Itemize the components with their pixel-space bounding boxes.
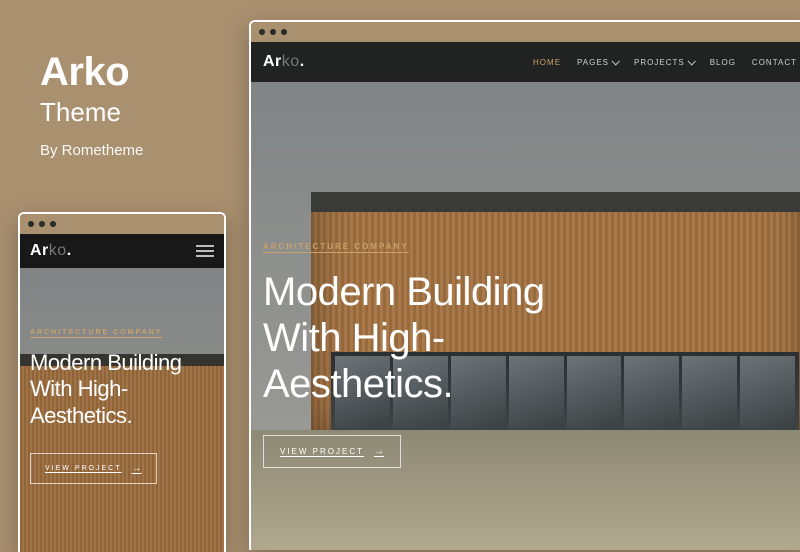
hero-section: ARCHITECTURE COMPANY Modern Building Wit…	[30, 329, 210, 484]
logo-dot: .	[300, 53, 305, 70]
nav-home-label: HOME	[533, 58, 561, 67]
cta-label: VIEW PROJECT	[45, 465, 122, 472]
window-dot-icon	[281, 29, 287, 35]
hero-eyebrow[interactable]: ARCHITECTURE COMPANY	[30, 329, 210, 336]
arrow-right-icon: →	[132, 463, 142, 474]
window-dot-icon	[39, 221, 45, 227]
hero-section: ARCHITECTURE COMPANY Modern Building Wit…	[263, 242, 623, 468]
hamburger-menu-icon[interactable]	[196, 245, 214, 257]
view-project-button[interactable]: VIEW PROJECT →	[263, 435, 401, 468]
window-titlebar	[20, 214, 224, 234]
logo-dot: .	[67, 242, 72, 259]
logo-part1: Ar	[30, 242, 49, 259]
window-titlebar	[251, 22, 800, 42]
window-dot-icon	[270, 29, 276, 35]
nav-contact-label: CONTACT	[752, 58, 797, 67]
chevron-down-icon	[611, 57, 619, 65]
top-nav: Arko. HOME PAGES PROJECTS BLOG CONTACT	[251, 42, 800, 82]
desktop-viewport: Arko. HOME PAGES PROJECTS BLOG CONTACT A…	[251, 42, 800, 550]
theme-subtitle: Theme	[40, 97, 143, 128]
logo-part1: Ar	[263, 53, 282, 70]
hero-eyebrow[interactable]: ARCHITECTURE COMPANY	[263, 242, 623, 251]
desktop-preview-frame: Arko. HOME PAGES PROJECTS BLOG CONTACT A…	[249, 20, 800, 550]
logo-part2: ko	[282, 53, 300, 70]
window-dot-icon	[28, 221, 34, 227]
nav-pages[interactable]: PAGES	[577, 58, 618, 67]
nav-contact[interactable]: CONTACT	[752, 58, 797, 67]
theme-title: Arko	[40, 50, 143, 95]
site-logo[interactable]: Arko.	[30, 242, 72, 260]
nav-projects[interactable]: PROJECTS	[634, 58, 694, 67]
nav-pages-label: PAGES	[577, 58, 609, 67]
nav-projects-label: PROJECTS	[634, 58, 685, 67]
window-dot-icon	[259, 29, 265, 35]
nav-home[interactable]: HOME	[533, 58, 561, 67]
theme-author: By Rometheme	[40, 142, 143, 159]
arrow-right-icon: →	[374, 446, 384, 457]
window-dot-icon	[50, 221, 56, 227]
mobile-top-nav: Arko.	[20, 234, 224, 268]
hero-headline: Modern Building With High-Aesthetics.	[263, 269, 623, 407]
chevron-down-icon	[687, 57, 695, 65]
theme-info: Arko Theme By Rometheme	[40, 50, 143, 159]
cta-label: VIEW PROJECT	[280, 447, 364, 456]
hero-headline: Modern Building With High-Aesthetics.	[30, 350, 210, 429]
site-logo[interactable]: Arko.	[263, 53, 305, 71]
nav-blog-label: BLOG	[710, 58, 736, 67]
mobile-preview-frame: Arko. ARCHITECTURE COMPANY Modern Buildi…	[18, 212, 226, 552]
nav-links: HOME PAGES PROJECTS BLOG CONTACT	[533, 58, 797, 67]
view-project-button[interactable]: VIEW PROJECT →	[30, 453, 157, 484]
nav-blog[interactable]: BLOG	[710, 58, 736, 67]
mobile-viewport: Arko. ARCHITECTURE COMPANY Modern Buildi…	[20, 234, 224, 552]
logo-part2: ko	[49, 242, 67, 259]
